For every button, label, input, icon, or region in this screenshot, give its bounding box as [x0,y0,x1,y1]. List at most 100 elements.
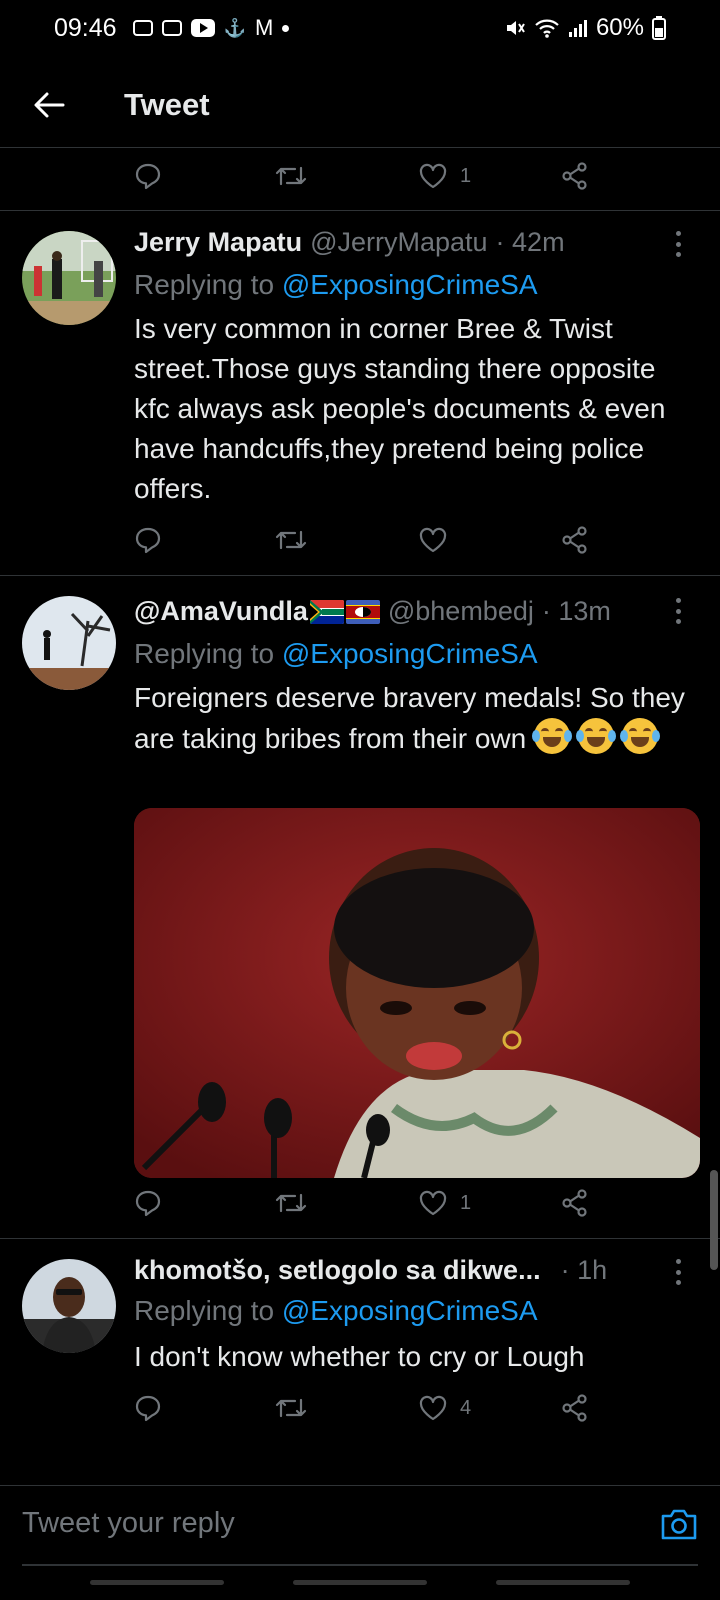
eswatini-flag-icon [345,599,380,624]
retweet-icon [275,1193,307,1213]
tweet-header: khomotšo, setlogolo sa dikwe... · 1h [134,1255,660,1286]
retweet-icon [275,166,307,186]
reply-icon [135,527,161,554]
mention-link[interactable]: @ExposingCrimeSA [282,269,538,300]
notification-icons: ⚓ M [132,15,290,41]
share-button[interactable] [560,161,590,191]
tweet-actions: 1 [130,156,610,196]
avatar[interactable] [22,596,116,690]
tweet-header: Jerry Mapatu @JerryMapatu · 42m [134,227,660,258]
tweet-actions: 4 [130,1388,610,1428]
system-icons: 60% [504,14,666,42]
reply-input[interactable]: Tweet your reply [22,1498,582,1548]
tweet-media-image[interactable] [134,808,700,1178]
retweet-button[interactable] [274,162,308,190]
share-icon [562,162,587,190]
tweet-text: Is very common in corner Bree & Twist st… [134,313,666,504]
tweet-text: I don't know whether to cry or Lough [134,1341,585,1372]
mention-link[interactable]: @ExposingCrimeSA [282,1295,538,1326]
mute-icon [506,21,525,35]
back-button[interactable] [24,80,74,130]
nav-home-button[interactable] [293,1580,427,1585]
share-icon [562,1394,587,1422]
tweet-item[interactable]: @AmaVundla @bhembedj · 13m Replying to @… [0,576,720,1236]
replying-to: Replying to @ExposingCrimeSA [134,1295,538,1327]
reply-button[interactable] [134,526,162,554]
composer-underline [22,1564,698,1566]
like-count: 1 [460,1191,472,1214]
reply-icon [135,1395,161,1422]
status-time: 09:46 [54,13,117,42]
share-button[interactable] [560,1393,590,1423]
display-name[interactable]: Jerry Mapatu [134,227,302,258]
reply-button[interactable] [134,1189,162,1217]
arrow-left-icon [34,92,65,117]
reply-icon [135,1190,161,1217]
heart-icon [419,1190,447,1216]
retweet-button[interactable] [274,1394,308,1422]
display-name[interactable]: khomotšo, setlogolo sa dikwe... [134,1255,541,1286]
like-button[interactable] [418,526,460,554]
notification-icon: ⚓ [223,17,246,38]
share-icon [562,1189,587,1217]
like-button[interactable]: 1 [418,162,471,190]
reply-composer: Tweet your reply [0,1485,720,1595]
more-options-icon[interactable] [672,231,684,257]
timestamp: · 1h [560,1255,608,1285]
status-bar: 09:46 ⚓ M 60% [0,0,720,56]
avatar-image [22,1259,116,1353]
battery-percent: 60% [595,14,644,41]
share-button[interactable] [560,525,590,555]
battery-icon [652,16,666,40]
timestamp: · 13m [541,596,611,626]
reply-icon [135,163,161,190]
avatar[interactable] [22,1259,116,1353]
more-options-icon[interactable] [672,1259,684,1285]
gmail-icon: M [254,15,274,40]
display-name[interactable]: @AmaVundla [134,596,308,627]
like-count: 4 [460,1396,472,1419]
retweet-button[interactable] [274,526,308,554]
reply-button[interactable] [134,1394,162,1422]
timestamp: · 42m [495,227,565,257]
heart-icon [419,1395,447,1421]
share-button[interactable] [560,1188,590,1218]
youtube-studio-icon [132,20,153,36]
reply-button[interactable] [134,162,162,190]
nav-recent-button[interactable] [90,1580,224,1585]
tweet-actions [130,520,610,560]
tears-of-joy-emoji-icon [619,718,660,754]
photo-woman-at-podium [134,808,700,1178]
south-africa-flag-icon [309,599,344,624]
heart-icon [419,527,447,553]
signal-icon [568,20,587,37]
retweet-icon [275,1398,307,1418]
tears-of-joy-emoji-icon [575,718,616,754]
username[interactable]: @bhembedj [388,596,534,627]
like-count: 1 [460,164,472,187]
tears-of-joy-emoji-icon [531,718,572,754]
mention-link[interactable]: @ExposingCrimeSA [282,638,538,669]
more-options-icon[interactable] [672,598,684,624]
top-app-bar: Tweet [0,62,720,148]
system-nav-bar [0,1580,720,1586]
wifi-icon [535,19,559,38]
camera-button[interactable] [660,1506,698,1542]
replying-to-label: Replying to [134,269,282,300]
camera-icon [661,1509,697,1540]
retweet-button[interactable] [274,1189,308,1217]
youtube-icon [190,19,215,37]
retweet-icon [275,530,307,550]
replying-to-label: Replying to [134,638,282,669]
like-button[interactable]: 4 [418,1394,471,1422]
avatar[interactable] [22,231,116,325]
replying-to: Replying to @ExposingCrimeSA [134,269,538,301]
like-button[interactable]: 1 [418,1189,471,1217]
scrollbar-thumb[interactable] [710,1170,718,1270]
heart-icon [419,163,447,189]
nav-back-button[interactable] [496,1580,630,1585]
avatar-image [22,231,116,325]
username[interactable]: @JerryMapatu [310,227,487,258]
replying-to: Replying to @ExposingCrimeSA [134,638,538,670]
tweet-header: @AmaVundla @bhembedj · 13m [134,596,660,627]
